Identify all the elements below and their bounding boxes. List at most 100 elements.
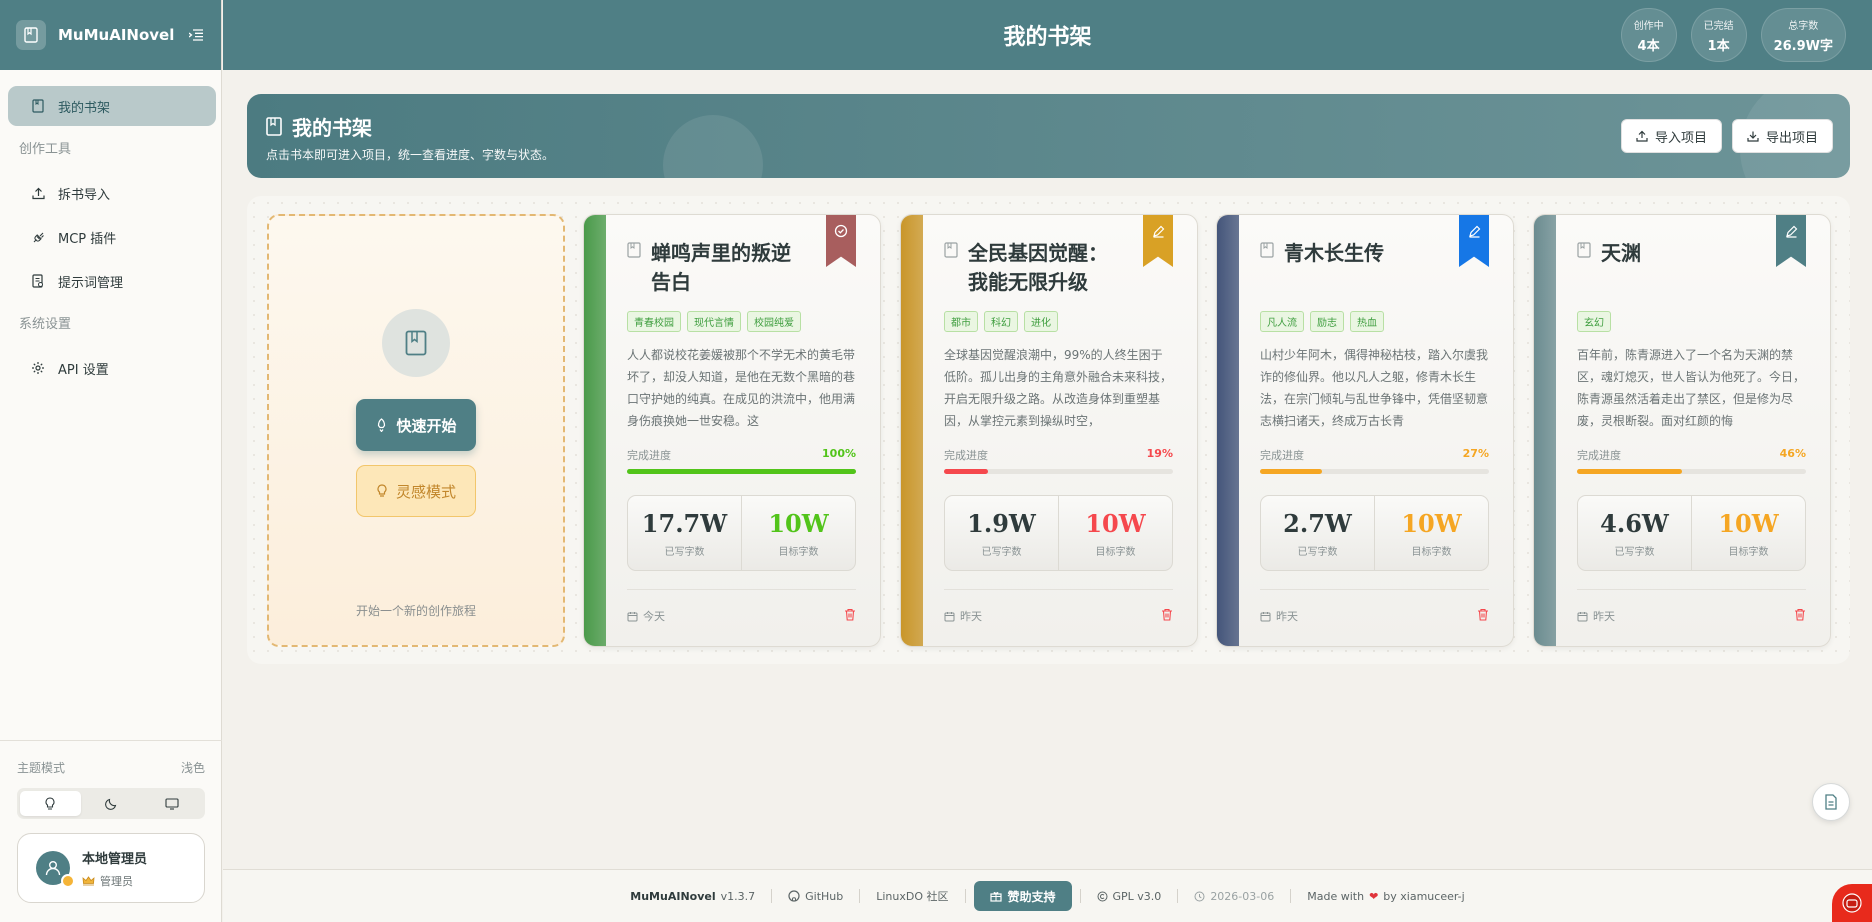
hero-title: 我的书架	[266, 112, 372, 141]
bookshelf-hero: 我的书架 点击书本即可进入项目，统一查看进度、字数与状态。 导入项目 导出项目	[247, 94, 1850, 178]
stat-total-words: 总字数 26.9W字	[1760, 8, 1846, 62]
word-count-box: 4.6W 已写字数 10W 目标字数	[1577, 495, 1806, 571]
book-spine	[1217, 215, 1239, 646]
theme-system-button[interactable]	[141, 791, 202, 816]
book-spine	[584, 215, 606, 646]
stat-completed: 已完结 1本	[1690, 8, 1747, 62]
progress-fill	[1260, 469, 1322, 474]
sidebar-item-book-import[interactable]: 拆书导入	[8, 173, 216, 213]
monitor-icon	[165, 797, 179, 810]
download-icon	[1747, 131, 1759, 142]
book-spine	[901, 215, 923, 646]
target-words: 10W	[1085, 508, 1146, 538]
book-icon	[627, 242, 641, 258]
inspiration-mode-button[interactable]: 灵感模式	[356, 465, 476, 517]
sidebar-collapse-icon[interactable]	[187, 26, 205, 44]
quick-start-button[interactable]: 快速开始	[356, 399, 476, 451]
sidebar-item-label: 提示词管理	[58, 275, 124, 291]
plug-icon	[30, 229, 46, 245]
nav-group-tools: 创作工具	[19, 142, 72, 157]
updated-date: 今天	[627, 608, 665, 624]
book-card[interactable]: 全民基因觉醒：我能无限升级 都市 科幻 进化 全球基因觉醒浪潮中，99%的人终生困于…	[900, 214, 1198, 647]
progress-fill	[1577, 469, 1683, 474]
progress-label: 完成进度 19%	[944, 447, 1173, 462]
user-name: 本地管理员	[82, 851, 148, 867]
updated-date: 昨天	[1577, 608, 1615, 624]
progress-bar	[627, 469, 856, 474]
book-card[interactable]: 蝉鸣声里的叛逆告白 青春校园 现代言情 校园纯爱 人人都说校花姜媛被那个不学无术的黄…	[583, 214, 881, 647]
tag-list: 玄幻	[1577, 311, 1611, 332]
sidebar: MuMuAINovel 我的书架 创作工具 拆书导入 MCP 插件 提示词管理 …	[0, 0, 222, 922]
progress-label: 完成进度 27%	[1260, 447, 1489, 462]
app-logo-icon	[16, 20, 46, 50]
delete-icon[interactable]	[1794, 608, 1806, 624]
progress-bar	[1260, 469, 1489, 474]
sidebar-item-mcp-plugins[interactable]: MCP 插件	[8, 217, 216, 257]
calendar-icon	[944, 611, 955, 621]
import-project-button[interactable]: 导入项目	[1620, 119, 1722, 153]
book-title: 天渊	[1577, 239, 1756, 268]
book-title: 蝉鸣声里的叛逆告白	[627, 239, 806, 297]
progress-value: 27%	[1462, 447, 1489, 460]
community-link[interactable]: LinuxDO 社区	[860, 888, 964, 904]
upload-icon	[1636, 130, 1648, 142]
sidebar-item-bookshelf[interactable]: 我的书架	[8, 86, 216, 126]
genre-tag: 青春校园	[627, 311, 681, 332]
genre-tag: 校园纯爱	[747, 311, 801, 332]
target-words: 10W	[1718, 508, 1779, 538]
brand-bar: MuMuAINovel	[0, 0, 221, 70]
sponsor-button[interactable]: 赞助支持	[973, 881, 1072, 911]
github-link[interactable]: GitHub	[772, 890, 859, 903]
sidebar-item-api-settings[interactable]: API 设置	[8, 348, 216, 388]
theme-light-button[interactable]	[20, 791, 81, 816]
new-project-card[interactable]: 快速开始 灵感模式 开始一个新的创作旅程	[267, 214, 565, 647]
book-spine	[1534, 215, 1556, 646]
book-description: 人人都说校花姜媛被那个不学无术的黄毛带坏了，却没人知道，是他在无数个黑暗的巷口守…	[627, 348, 856, 428]
book-description: 全球基因觉醒浪潮中，99%的人终生困于低阶。孤儿出身的主角意外融合未来科技，开启…	[944, 348, 1173, 428]
progress-bar	[1577, 469, 1806, 474]
progress-fill	[627, 469, 856, 474]
theme-dark-button[interactable]	[81, 791, 142, 816]
bulb-icon	[45, 796, 55, 810]
tag-list: 凡人流 励志 热血	[1260, 311, 1384, 332]
progress-label: 完成进度 46%	[1577, 447, 1806, 462]
sidebar-item-prompt-management[interactable]: 提示词管理	[8, 261, 216, 301]
written-words: 1.9W	[967, 508, 1036, 538]
upload-icon	[30, 185, 46, 201]
written-words: 17.7W	[641, 508, 728, 538]
book-card[interactable]: 青木长生传 凡人流 励志 热血 山村少年阿木，偶得神秘枯枝，踏入尔虞我诈的修仙界。他…	[1216, 214, 1514, 647]
genre-tag: 进化	[1024, 311, 1058, 332]
crown-icon	[82, 875, 95, 885]
delete-icon[interactable]	[844, 608, 856, 624]
made-with: Made with ❤ by xiamuceer-j	[1307, 889, 1465, 903]
sidebar-nav: 我的书架 创作工具 拆书导入 MCP 插件 提示词管理 系统设置 API 设置	[0, 70, 221, 388]
header-stats: 创作中 4本 已完结 1本 总字数 26.9W字	[1620, 8, 1846, 62]
new-project-hint: 开始一个新的创作旅程	[355, 604, 476, 618]
heart-icon: ❤	[1369, 889, 1379, 903]
genre-tag: 科幻	[984, 311, 1018, 332]
word-count-box: 2.7W 已写字数 10W 目标字数	[1260, 495, 1489, 571]
progress-bar	[944, 469, 1173, 474]
delete-icon[interactable]	[1161, 608, 1173, 624]
word-count-box: 1.9W 已写字数 10W 目标字数	[944, 495, 1173, 571]
floating-doc-button[interactable]	[1812, 783, 1850, 821]
github-icon	[788, 890, 800, 902]
genre-tag: 励志	[1310, 311, 1344, 332]
footer-app: MuMuAINovel v1.3.7	[630, 889, 756, 903]
delete-icon[interactable]	[1477, 608, 1489, 624]
genre-tag: 热血	[1350, 311, 1384, 332]
book-icon	[266, 117, 282, 136]
target-words: 10W	[1401, 508, 1462, 538]
corner-app-icon[interactable]	[1832, 884, 1872, 922]
export-project-button[interactable]: 导出项目	[1731, 119, 1833, 153]
book-icon	[944, 242, 958, 258]
nav-group-system: 系统设置	[19, 317, 72, 332]
book-card[interactable]: 天渊 玄幻 百年前，陈青源进入了一个名为天渊的禁区，魂灯熄灭，世人皆认为他死了。…	[1533, 214, 1831, 647]
genre-tag: 凡人流	[1260, 311, 1304, 332]
book-icon	[30, 98, 46, 114]
user-card[interactable]: 本地管理员 管理员	[17, 833, 205, 903]
top-header: 我的书架 创作中 4本 已完结 1本 总字数 26.9W字	[223, 0, 1872, 70]
admin-badge-icon	[61, 874, 75, 888]
theme-mode-row: 主题模式 浅色	[17, 759, 205, 776]
sidebar-item-label: API 设置	[58, 362, 109, 378]
